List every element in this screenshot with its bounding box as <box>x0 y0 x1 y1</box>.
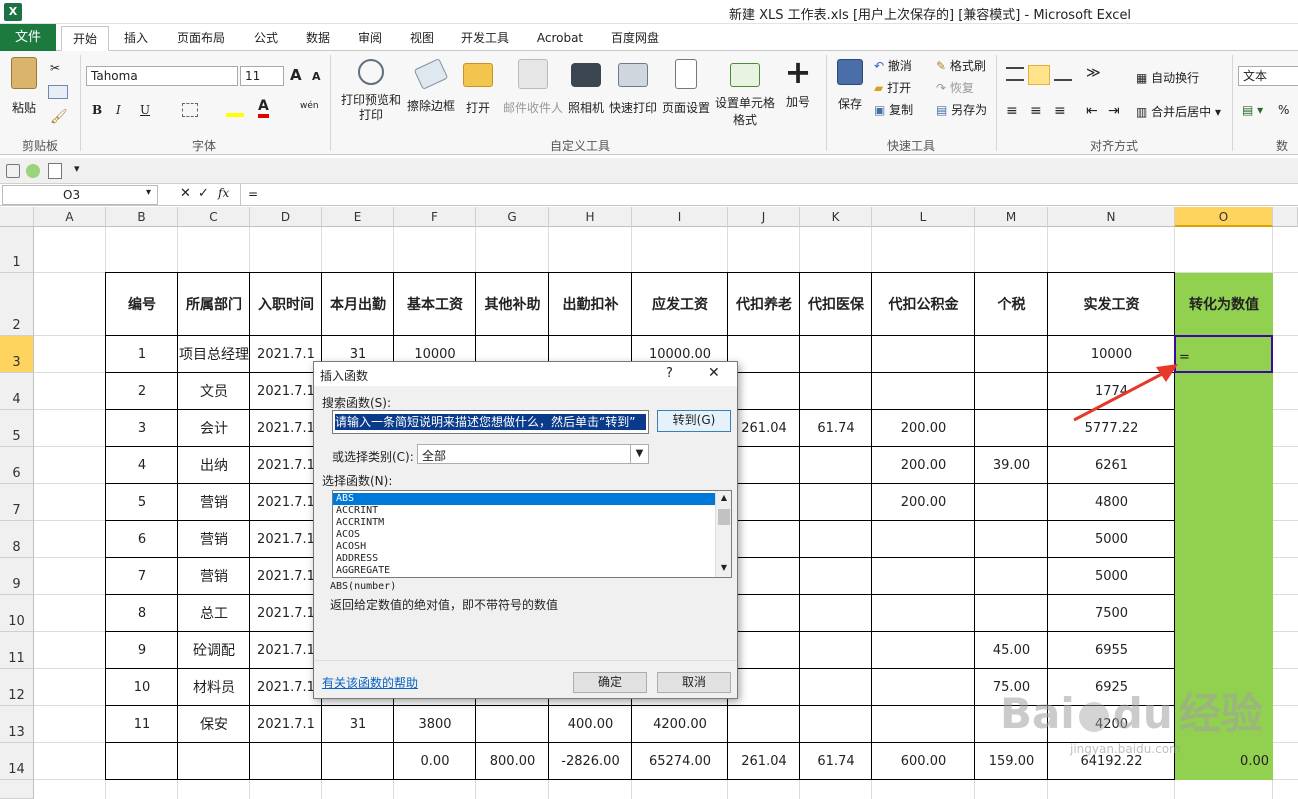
baidu-watermark: Bai du 经验 <box>1000 680 1263 741</box>
paw-icon <box>1078 701 1109 732</box>
watermark-bai: Bai <box>1000 689 1075 738</box>
red-arrow-head <box>1156 364 1178 382</box>
watermark-url: jingyan.baidu.com <box>1070 742 1181 756</box>
red-arrow-line <box>1073 372 1163 422</box>
watermark-du: du <box>1112 689 1173 738</box>
watermark-jingyan: 经验 <box>1178 689 1263 738</box>
